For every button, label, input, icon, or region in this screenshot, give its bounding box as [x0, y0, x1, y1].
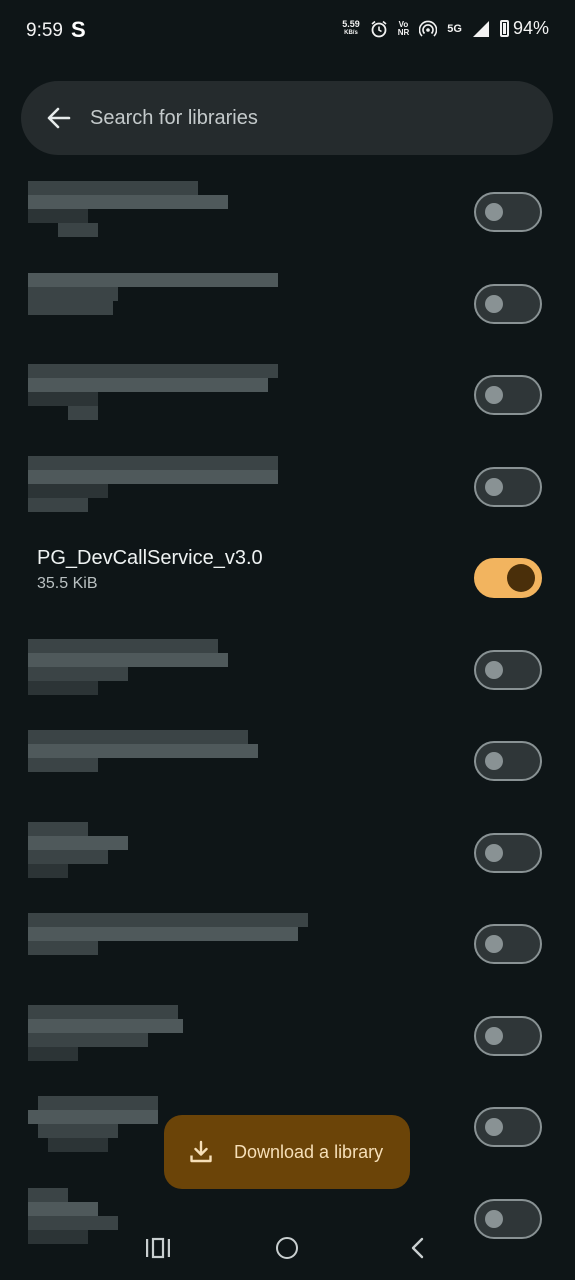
library-row[interactable] [0, 167, 575, 257]
network-type: 5G [447, 22, 462, 35]
signal-icon [472, 20, 489, 37]
library-toggle[interactable] [474, 741, 542, 781]
hotspot-icon [419, 20, 438, 37]
library-row[interactable]: PG_DevCallService_v3.0 35.5 KiB [0, 533, 575, 623]
toggle-knob [485, 1026, 503, 1045]
toggle-knob [485, 203, 503, 221]
library-row[interactable] [0, 350, 575, 440]
library-toggle[interactable] [474, 924, 542, 964]
battery-icon [499, 20, 509, 37]
app-notification-icon: S [71, 17, 86, 42]
library-row[interactable] [0, 259, 575, 349]
library-toggle[interactable] [474, 1015, 542, 1056]
toggle-knob [485, 935, 503, 953]
library-row[interactable] [0, 442, 575, 532]
library-size: 35.5 KiB [37, 575, 98, 592]
library-toggle[interactable] [474, 832, 542, 873]
library-toggle[interactable] [474, 375, 542, 415]
back-icon[interactable] [408, 1237, 428, 1259]
navigation-bar [0, 1220, 575, 1280]
alarm-icon [371, 20, 387, 37]
library-row[interactable] [0, 808, 575, 898]
status-indicators: 5.59 KB/s Vo NR 5G 94% [342, 18, 549, 39]
download-library-label: Download a library [234, 1142, 384, 1162]
toggle-knob [485, 843, 503, 862]
library-row[interactable] [0, 716, 575, 806]
search-bar[interactable]: Search for libraries [21, 81, 553, 155]
download-library-button[interactable]: Download a library [164, 1115, 410, 1189]
toggle-knob [485, 752, 503, 770]
library-row[interactable] [0, 991, 575, 1081]
library-toggle[interactable] [474, 466, 542, 507]
volte-indicator: Vo NR [397, 19, 410, 37]
recents-icon[interactable] [145, 1237, 171, 1259]
status-time: 9:59 [26, 20, 63, 41]
back-arrow-icon[interactable] [45, 104, 73, 132]
network-speed: 5.59 KB/s [342, 18, 360, 36]
toggle-knob [485, 294, 503, 313]
toggle-knob [485, 660, 503, 679]
battery-level: 94% [512, 18, 549, 38]
home-icon[interactable] [276, 1237, 298, 1259]
download-icon [190, 1140, 212, 1163]
toggle-knob [507, 564, 535, 592]
search-input[interactable]: Search for libraries [90, 107, 258, 130]
library-toggle[interactable] [474, 558, 542, 598]
library-toggle[interactable] [474, 283, 542, 324]
library-row[interactable] [0, 625, 575, 715]
library-toggle[interactable] [474, 649, 542, 690]
toggle-knob [485, 477, 503, 496]
library-name: PG_DevCallService_v3.0 [37, 547, 263, 569]
status-bar: 9:59 S 5.59 KB/s Vo NR 5G 94% [0, 0, 575, 64]
library-toggle[interactable] [474, 1107, 542, 1147]
library-toggle[interactable] [474, 192, 542, 232]
toggle-knob [485, 386, 503, 404]
library-row[interactable] [0, 899, 575, 989]
toggle-knob [485, 1118, 503, 1136]
